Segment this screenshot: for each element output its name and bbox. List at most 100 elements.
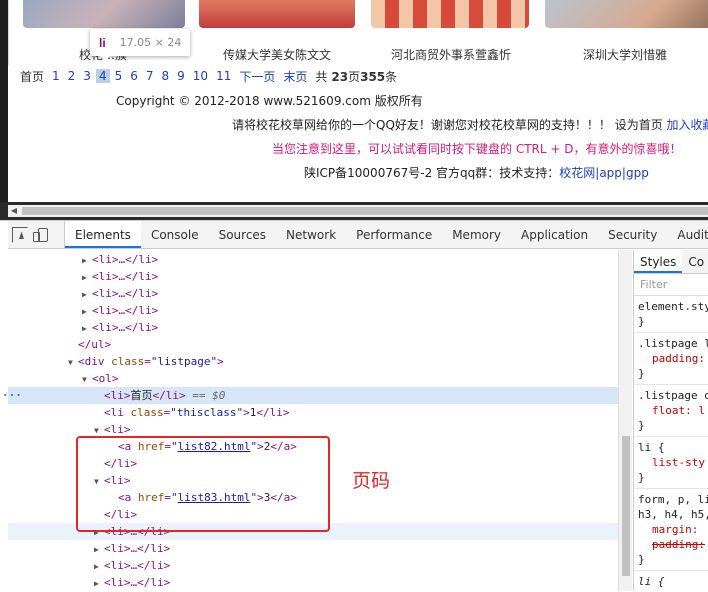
pager-page-6[interactable]: 6 bbox=[130, 69, 138, 83]
tab-audits[interactable]: Audits bbox=[667, 221, 708, 248]
pager-page-unit: 页 bbox=[348, 69, 361, 84]
dom-node-li-collapsed[interactable]: ▶ <li>…</li> bbox=[8, 557, 618, 574]
left-strip bbox=[0, 0, 8, 202]
dom-node-li-collapsed[interactable]: ▶ <li>…</li> bbox=[8, 540, 618, 557]
style-rule[interactable]: .listpage o float: l } bbox=[634, 385, 708, 437]
dom-node-li-thisclass[interactable]: <li class="thisclass">1</li> bbox=[8, 404, 618, 421]
expand-arrow-icon[interactable]: ▶ bbox=[82, 269, 92, 286]
dom-li-text: <li>…</li> bbox=[104, 542, 171, 555]
tab-elements[interactable]: Elements bbox=[65, 221, 141, 248]
style-rule[interactable]: .listpage l padding: } bbox=[634, 333, 708, 385]
collapse-arrow-icon[interactable]: ▼ bbox=[68, 354, 78, 371]
inspect-element-icon[interactable] bbox=[12, 226, 28, 243]
thumbnail-caption[interactable]: 深圳大学刘惜雅 bbox=[583, 46, 667, 63]
thumbnail-caption[interactable]: 传媒大学美女陈文文 bbox=[223, 46, 331, 63]
pager-item-unit: 条 bbox=[385, 69, 398, 84]
devtools-tool-icons bbox=[8, 221, 65, 248]
expand-arrow-icon[interactable]: ▶ bbox=[94, 541, 104, 558]
expand-arrow-icon[interactable]: ▶ bbox=[82, 303, 92, 320]
scroll-left-icon[interactable]: ◀ bbox=[8, 205, 20, 217]
pager-current-page[interactable]: 4 bbox=[95, 69, 110, 83]
thumbnail-image[interactable] bbox=[23, 0, 185, 28]
pager-next[interactable]: 下一页 bbox=[239, 68, 275, 85]
style-property[interactable]: float: l bbox=[638, 403, 708, 418]
tab-performance[interactable]: Performance bbox=[346, 221, 442, 248]
dom-node-li-collapsed[interactable]: ▶ <li>…</li> bbox=[8, 302, 618, 319]
pager-page-1[interactable]: 1 bbox=[52, 69, 60, 83]
scrollbar-thumb[interactable] bbox=[22, 207, 708, 215]
pager-page-10[interactable]: 10 bbox=[193, 69, 208, 83]
tab-network[interactable]: Network bbox=[276, 221, 346, 248]
pager-page-7[interactable]: 7 bbox=[146, 69, 154, 83]
collapse-arrow-icon[interactable]: ▼ bbox=[82, 371, 92, 388]
pager-page-2[interactable]: 2 bbox=[68, 69, 76, 83]
horizontal-scrollbar[interactable]: ◀ bbox=[8, 205, 708, 217]
pager-page-3[interactable]: 3 bbox=[83, 69, 91, 83]
thumbnail-image[interactable] bbox=[199, 0, 355, 28]
thumbnail-card[interactable]: 校花…簇 bbox=[23, 0, 185, 62]
app-link[interactable]: app bbox=[599, 166, 622, 180]
pager-last[interactable]: 末页 bbox=[283, 68, 307, 85]
dom-li-text: <li>…</li> bbox=[92, 253, 159, 266]
style-property[interactable]: padding: bbox=[638, 351, 708, 366]
style-rule[interactable]: li { list-sty } bbox=[634, 437, 708, 489]
dom-gt: > bbox=[217, 355, 224, 368]
dom-node-li-collapsed[interactable]: ▶ <li>…</li> bbox=[8, 574, 618, 591]
pager-page-5[interactable]: 5 bbox=[115, 69, 123, 83]
pager-page-9[interactable]: 9 bbox=[177, 69, 185, 83]
style-property-overridden[interactable]: padding: bbox=[638, 537, 708, 552]
style-rule[interactable]: element.sty } bbox=[634, 296, 708, 333]
thumbnail-card[interactable]: 传媒大学美女陈文文 bbox=[199, 0, 355, 62]
expand-arrow-icon[interactable]: ▶ bbox=[94, 558, 104, 575]
dom-node-ul-close[interactable]: </ul> bbox=[8, 336, 618, 353]
device-toolbar-icon[interactable] bbox=[33, 228, 48, 242]
more-options-icon[interactable]: ··· bbox=[2, 387, 22, 404]
styles-filter-input[interactable]: Filter bbox=[634, 274, 708, 296]
dom-node-div-listpage[interactable]: ▼ <div class="listpage"> bbox=[8, 353, 618, 370]
style-rule[interactable]: li { bbox=[634, 571, 708, 591]
scrollbar-thumb[interactable] bbox=[622, 436, 630, 576]
tab-application[interactable]: Application bbox=[511, 221, 598, 248]
dom-node-li-collapsed[interactable]: ▶ <li>…</li> bbox=[8, 268, 618, 285]
webpage-viewport: 校花…簇 传媒大学美女陈文文 河北商贸外事系萱鑫忻 深圳大学刘惜雅 li 17.… bbox=[0, 0, 708, 202]
tab-memory[interactable]: Memory bbox=[442, 221, 511, 248]
pager-page-8[interactable]: 8 bbox=[162, 69, 170, 83]
annotation-box bbox=[76, 436, 330, 532]
expand-arrow-icon[interactable]: ▶ bbox=[94, 575, 104, 592]
site-link[interactable]: 校花网 bbox=[559, 166, 595, 180]
dom-node-li-collapsed[interactable]: ▶ <li>…</li> bbox=[8, 251, 618, 268]
dom-node-li-collapsed[interactable]: ▶ <li>…</li> bbox=[8, 319, 618, 336]
dom-node-li-selected[interactable]: ··· <li>首页</li> == $0 bbox=[2, 387, 618, 404]
dom-attr-name: class bbox=[111, 355, 145, 368]
elements-scrollbar[interactable] bbox=[618, 250, 632, 591]
pager-page-11[interactable]: 11 bbox=[216, 69, 231, 83]
dom-node-ol[interactable]: ▼ <ol> bbox=[8, 370, 618, 387]
pager-first[interactable]: 首页 bbox=[20, 68, 44, 85]
thumbnail-card[interactable]: 河北商贸外事系萱鑫忻 bbox=[371, 0, 529, 62]
dom-li-text: 首页 bbox=[130, 389, 153, 402]
dom-eq: = bbox=[144, 355, 151, 368]
expand-arrow-icon[interactable]: ▶ bbox=[82, 320, 92, 337]
tab-computed[interactable]: Co bbox=[682, 250, 708, 273]
dom-node-li-collapsed[interactable]: ▶ <li>…</li> bbox=[8, 285, 618, 302]
thumbnail-image[interactable] bbox=[371, 0, 529, 28]
thumbnail-card[interactable]: 深圳大学刘惜雅 bbox=[545, 0, 708, 62]
thumbnail-caption[interactable]: 河北商贸外事系萱鑫忻 bbox=[391, 46, 511, 63]
annotation-label: 页码 bbox=[352, 470, 391, 492]
style-property[interactable]: list-sty bbox=[638, 455, 708, 470]
expand-arrow-icon[interactable]: ▶ bbox=[82, 286, 92, 303]
tab-sources[interactable]: Sources bbox=[209, 221, 276, 248]
dom-li-text: <li>…</li> bbox=[92, 287, 159, 300]
thumbnail-image[interactable] bbox=[545, 0, 708, 28]
tab-console[interactable]: Console bbox=[141, 221, 209, 248]
tip-text: 当您注意到这里，可以试试看同时按下键盘的 CTRL + D，有意外的惊喜哦！ bbox=[272, 142, 682, 156]
favorite-link[interactable]: 加入收藏 bbox=[667, 118, 708, 132]
pager-total-prefix: 共 bbox=[315, 69, 328, 84]
expand-arrow-icon[interactable]: ▶ bbox=[82, 252, 92, 269]
tab-styles[interactable]: Styles bbox=[634, 250, 683, 273]
style-rule[interactable]: form, p, li h3, h4, h5, margin: padding:… bbox=[634, 489, 708, 571]
style-close: } bbox=[638, 471, 645, 484]
gpp-link[interactable]: gpp bbox=[626, 166, 649, 180]
style-property[interactable]: margin: bbox=[638, 522, 708, 537]
tab-security[interactable]: Security bbox=[598, 221, 667, 248]
